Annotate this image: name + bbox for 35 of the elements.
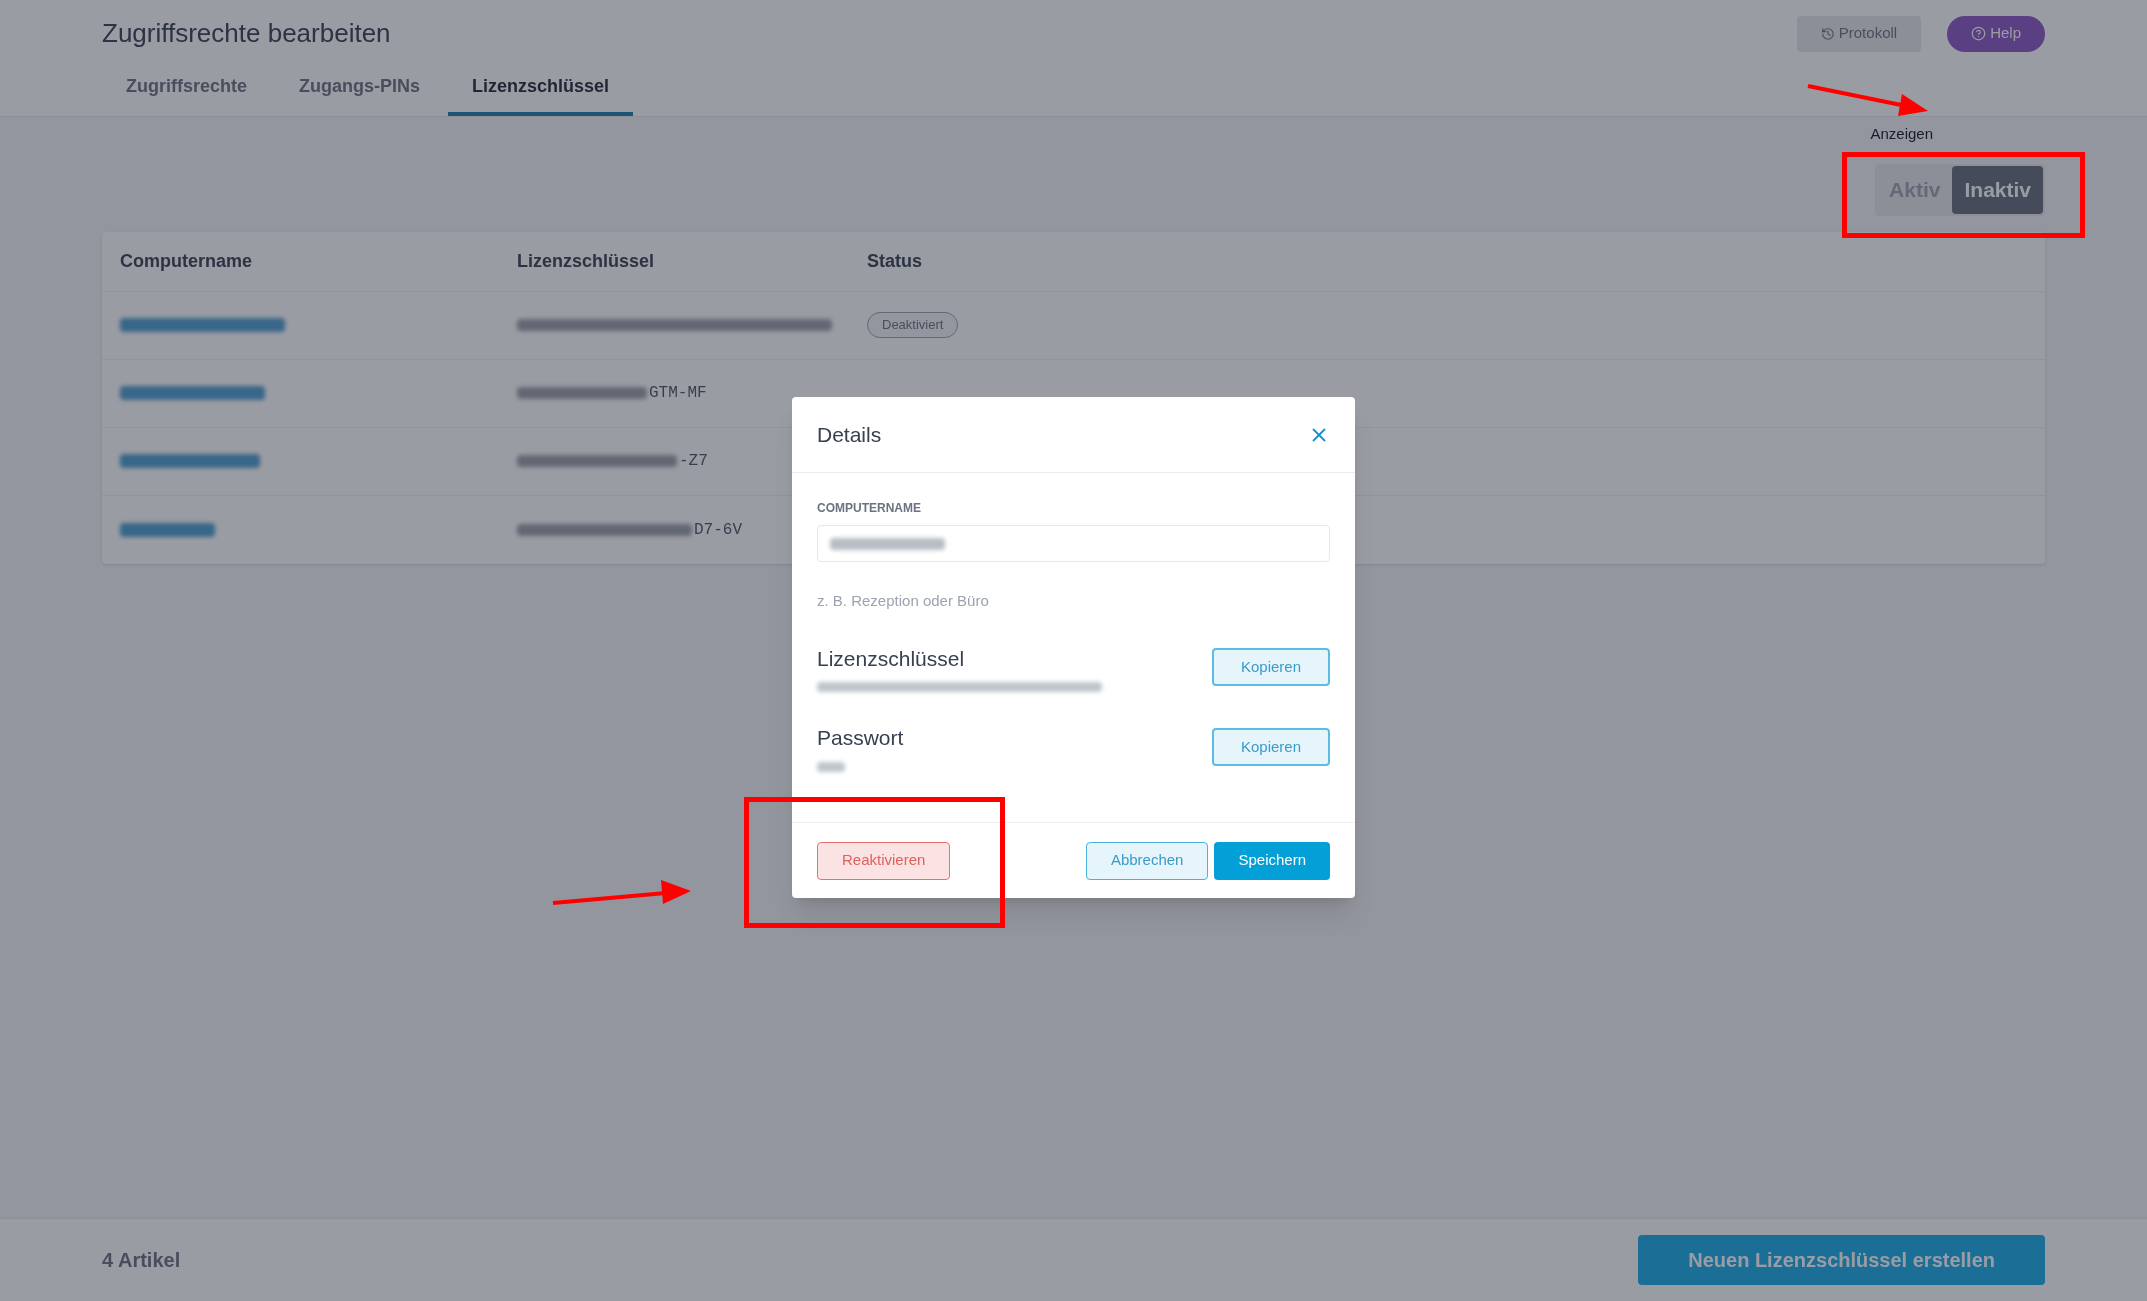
- column-header: Computername: [120, 249, 254, 273]
- secret-label: Lizenzschlüssel: [817, 645, 966, 672]
- license-key-fragment: D7-6V: [694, 519, 742, 541]
- tab[interactable]: Lizenzschlüssel: [448, 73, 634, 116]
- secret-label: Passwort: [817, 725, 904, 751]
- tab[interactable]: Zugangs-PINs: [275, 73, 445, 116]
- help-button[interactable]: Help: [1947, 15, 2045, 52]
- reactivate-button[interactable]: Reaktivieren: [817, 841, 951, 880]
- copy-button[interactable]: Kopieren: [1212, 727, 1330, 766]
- history-icon: [1820, 26, 1835, 41]
- field-hint: z. B. Rezeption oder Büro: [817, 591, 990, 611]
- cancel-button[interactable]: Abbrechen: [1085, 841, 1209, 880]
- redacted-name[interactable]: [120, 386, 265, 400]
- save-button[interactable]: Speichern: [1214, 841, 1330, 880]
- help-icon: [1971, 26, 1987, 41]
- segment-option[interactable]: Inaktiv: [1952, 165, 2043, 214]
- column-header: Lizenzschlüssel: [517, 249, 656, 273]
- copy-button[interactable]: Kopieren: [1212, 648, 1330, 687]
- redacted-name[interactable]: [120, 454, 260, 468]
- computer-name-field[interactable]: [817, 525, 1330, 562]
- item-count: 4 Artikel: [102, 1248, 181, 1273]
- log-button[interactable]: Protokoll: [1796, 15, 1922, 52]
- redacted-secret: [817, 761, 845, 772]
- tab[interactable]: Zugriffsrechte: [102, 73, 272, 116]
- redacted-name[interactable]: [120, 318, 285, 332]
- create-key-button[interactable]: Neuen Lizenzschlüssel erstellen: [1638, 1235, 2045, 1285]
- filter-label: Anzeigen: [1870, 124, 1933, 144]
- field-label: COMPUTERNAME: [817, 500, 922, 517]
- license-key-fragment: GTM-MF: [649, 383, 707, 404]
- status-badge: Deaktiviert: [867, 312, 959, 338]
- license-key-fragment: -Z7: [679, 451, 708, 472]
- redacted-name[interactable]: [120, 522, 215, 537]
- dialog-title: Details: [817, 421, 882, 448]
- page-title: Zugriffsrechte bearbeiten: [102, 17, 391, 50]
- column-header: Status: [867, 249, 923, 273]
